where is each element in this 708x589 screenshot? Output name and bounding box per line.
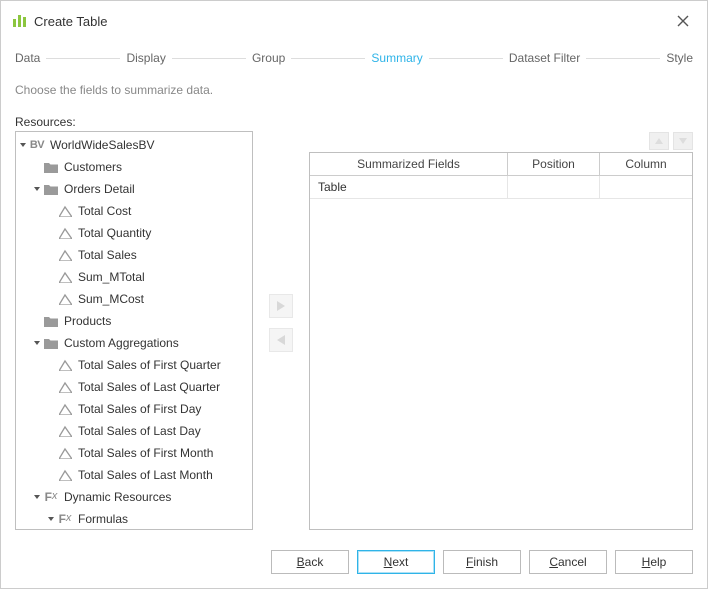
- tree-node-products[interactable]: Products: [16, 310, 252, 332]
- measure-icon: [56, 381, 74, 393]
- summarized-grid[interactable]: Summarized Fields Position Column Table: [309, 152, 693, 530]
- chevron-down-icon[interactable]: [32, 339, 42, 347]
- tree-leaf-ts-last-quarter[interactable]: Total Sales of Last Quarter: [16, 376, 252, 398]
- measure-icon: [56, 469, 74, 481]
- tree-leaf-total-quantity[interactable]: Total Quantity: [16, 222, 252, 244]
- move-down-button[interactable]: [673, 132, 693, 150]
- arrow-down-icon: [678, 136, 688, 146]
- grid-header: Summarized Fields Position Column: [310, 153, 692, 176]
- chevron-down-icon[interactable]: [32, 185, 42, 193]
- step-style[interactable]: Style: [666, 51, 693, 65]
- arrow-up-icon: [654, 136, 664, 146]
- measure-icon: [56, 227, 74, 239]
- tree-node-orders-detail[interactable]: Orders Detail: [16, 178, 252, 200]
- chevron-down-icon[interactable]: [46, 515, 56, 523]
- measure-icon: [56, 359, 74, 371]
- folder-icon: [42, 184, 60, 195]
- next-button[interactable]: Next: [357, 550, 435, 574]
- tree-leaf-ts-first-day[interactable]: Total Sales of First Day: [16, 398, 252, 420]
- chevron-down-icon[interactable]: [32, 493, 42, 501]
- col-position[interactable]: Position: [508, 153, 600, 175]
- window-title: Create Table: [34, 14, 107, 29]
- add-button[interactable]: [269, 294, 293, 318]
- folder-icon: [42, 338, 60, 349]
- arrow-right-icon: [275, 300, 287, 312]
- remove-button[interactable]: [269, 328, 293, 352]
- finish-button[interactable]: Finish: [443, 550, 521, 574]
- measure-icon: [56, 271, 74, 283]
- folder-icon: [42, 316, 60, 327]
- folder-icon: [42, 162, 60, 173]
- resources-panel: Resources: BV WorldWideSalesBV Customers…: [15, 115, 253, 530]
- cell-column: [600, 176, 692, 198]
- tree-node-customers[interactable]: Customers: [16, 156, 252, 178]
- grid-body: Table: [310, 176, 692, 529]
- back-button[interactable]: Back: [271, 550, 349, 574]
- reorder-buttons: [309, 132, 693, 150]
- measure-icon: [56, 205, 74, 217]
- tree-node-root[interactable]: BV WorldWideSalesBV: [16, 134, 252, 156]
- cell-position: [508, 176, 600, 198]
- measure-icon: [56, 293, 74, 305]
- measure-icon: [56, 249, 74, 261]
- close-icon: [677, 15, 689, 27]
- close-button[interactable]: [671, 9, 695, 33]
- tree-leaf-ts-last-day[interactable]: Total Sales of Last Day: [16, 420, 252, 442]
- button-bar: Back Next Finish Cancel Help: [1, 538, 707, 588]
- move-up-button[interactable]: [649, 132, 669, 150]
- measure-icon: [56, 403, 74, 415]
- step-data[interactable]: Data: [15, 51, 40, 65]
- grid-row[interactable]: Table: [310, 176, 692, 199]
- tree-leaf-total-cost[interactable]: Total Cost: [16, 200, 252, 222]
- measure-icon: [56, 447, 74, 459]
- tree-leaf-ts-last-month[interactable]: Total Sales of Last Month: [16, 464, 252, 486]
- cell-summarized: Table: [310, 176, 508, 198]
- wizard-steps: Data Display Group Summary Dataset Filte…: [1, 41, 707, 83]
- step-group[interactable]: Group: [252, 51, 285, 65]
- content-area: Resources: BV WorldWideSalesBV Customers…: [1, 115, 707, 538]
- step-summary[interactable]: Summary: [371, 51, 422, 65]
- resources-label: Resources:: [15, 115, 253, 131]
- tree-node-dynamic-resources[interactable]: Fx Dynamic Resources: [16, 486, 252, 508]
- tree-leaf-sum-mcost[interactable]: Sum_MCost: [16, 288, 252, 310]
- step-dataset-filter[interactable]: Dataset Filter: [509, 51, 580, 65]
- fx-icon: Fx: [42, 490, 60, 504]
- arrow-left-icon: [275, 334, 287, 346]
- tree-leaf-ts-first-month[interactable]: Total Sales of First Month: [16, 442, 252, 464]
- create-table-dialog: Create Table Data Display Group Summary …: [0, 0, 708, 589]
- step-display[interactable]: Display: [126, 51, 165, 65]
- col-column[interactable]: Column: [600, 153, 692, 175]
- resources-tree[interactable]: BV WorldWideSalesBV Customers Orders Det…: [15, 131, 253, 530]
- tree-leaf-total-sales[interactable]: Total Sales: [16, 244, 252, 266]
- tree-leaf-sum-mtotal[interactable]: Sum_MTotal: [16, 266, 252, 288]
- tree-leaf-ts-first-quarter[interactable]: Total Sales of First Quarter: [16, 354, 252, 376]
- fx-icon: Fx: [56, 512, 74, 526]
- col-summarized-fields[interactable]: Summarized Fields: [310, 153, 508, 175]
- help-button[interactable]: Help: [615, 550, 693, 574]
- tree-node-custom-aggregations[interactable]: Custom Aggregations: [16, 332, 252, 354]
- tree-node-formulas[interactable]: Fx Formulas: [16, 508, 252, 530]
- titlebar: Create Table: [1, 1, 707, 41]
- instruction-text: Choose the fields to summarize data.: [1, 83, 707, 115]
- chevron-down-icon[interactable]: [18, 141, 28, 149]
- summarized-panel: Summarized Fields Position Column Table: [309, 132, 693, 530]
- transfer-buttons: [253, 115, 309, 530]
- measure-icon: [56, 425, 74, 437]
- bv-icon: BV: [28, 139, 46, 151]
- app-bars-icon: [13, 15, 26, 27]
- cancel-button[interactable]: Cancel: [529, 550, 607, 574]
